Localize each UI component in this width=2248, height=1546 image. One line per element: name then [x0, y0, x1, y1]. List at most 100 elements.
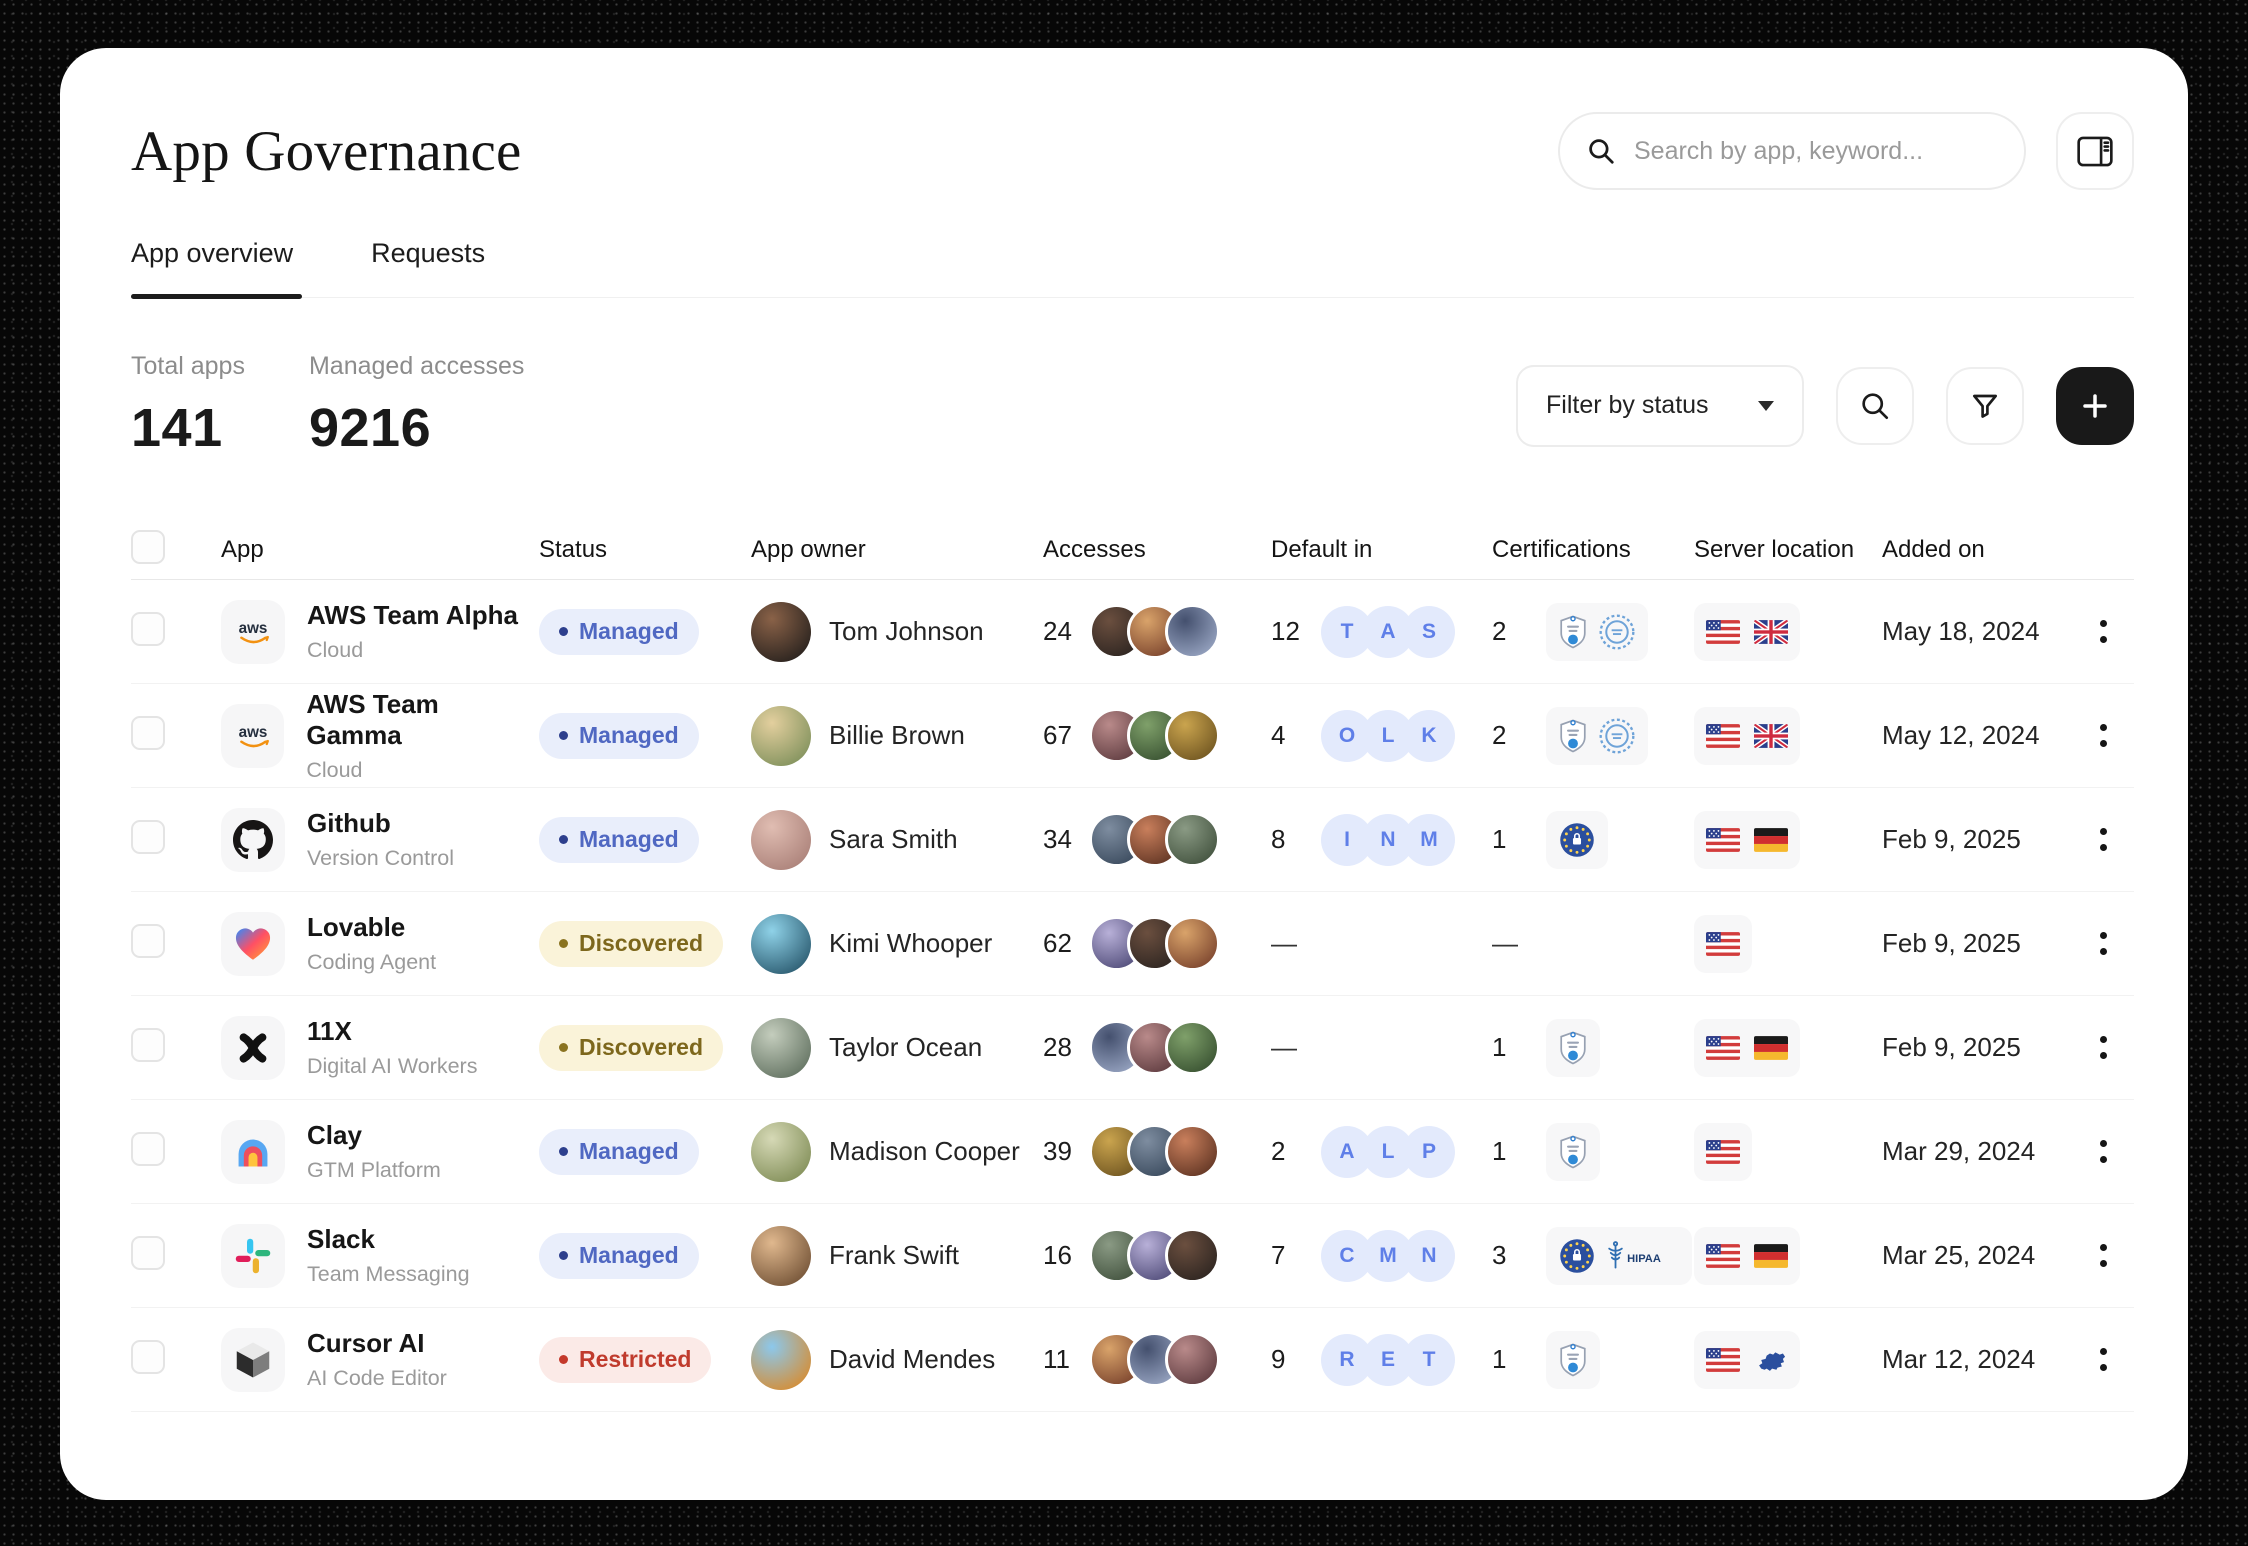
workspace-chip: K [1403, 710, 1455, 762]
certification-icons [1546, 1123, 1600, 1181]
default-in-count: 4 [1271, 720, 1305, 751]
flag-us-icon [1706, 620, 1740, 644]
app-logo-github-icon [221, 808, 285, 872]
stat-value: 9216 [309, 397, 524, 459]
filter-by-status-select[interactable]: Filter by status [1516, 365, 1804, 447]
app-category: AI Code Editor [307, 1366, 447, 1391]
owner-avatar [751, 1018, 811, 1078]
flag-uk-icon [1754, 724, 1788, 748]
accesses-count: 11 [1043, 1344, 1077, 1375]
app-logo-slack-icon [221, 1224, 285, 1288]
table-row: 11X Digital AI Workers Discovered Taylor… [131, 996, 2134, 1100]
owner-name: Sara Smith [829, 824, 958, 855]
row-checkbox[interactable] [131, 716, 165, 750]
certifications-cell: 1 [1492, 1123, 1694, 1181]
row-menu-button[interactable] [2094, 718, 2113, 753]
select-all-checkbox[interactable] [131, 530, 165, 564]
default-in-cell: — [1271, 928, 1492, 959]
default-in-cell: 12TAS [1271, 606, 1492, 658]
filter-button[interactable] [1946, 367, 2024, 445]
added-on-date: Feb 9, 2025 [1882, 928, 2021, 958]
workspace-chip: M [1403, 814, 1455, 866]
server-location-flags [1694, 603, 1800, 661]
owner-avatar [751, 810, 811, 870]
row-menu-button[interactable] [2094, 1134, 2113, 1169]
row-menu-button[interactable] [2094, 822, 2113, 857]
owner-cell: Tom Johnson [751, 602, 1043, 662]
certifications-count: 1 [1492, 1136, 1526, 1167]
cert-soc2-icon [1558, 717, 1588, 755]
row-checkbox-cell [131, 1132, 221, 1171]
accesses-count: 24 [1043, 616, 1077, 647]
accesses-avatar-stack [1089, 708, 1220, 763]
default-in-count: 8 [1271, 824, 1305, 855]
status-badge: Managed [539, 1233, 699, 1279]
flag-us-icon [1706, 1244, 1740, 1268]
certifications-cell: 1 [1492, 1019, 1694, 1077]
tab-requests[interactable]: Requests [371, 238, 487, 297]
added-on-cell: Mar 25, 2024 [1882, 1240, 2094, 1271]
status-dot-icon [559, 731, 568, 740]
status-dot-icon [559, 1355, 568, 1364]
accesses-count: 67 [1043, 720, 1077, 751]
owner-name: Tom Johnson [829, 616, 984, 647]
row-checkbox[interactable] [131, 612, 165, 646]
added-on-cell: Mar 29, 2024 [1882, 1136, 2094, 1167]
row-checkbox[interactable] [131, 1236, 165, 1270]
row-menu-button[interactable] [2094, 926, 2113, 961]
row-actions-cell [2094, 1238, 2134, 1273]
cert-soc2-icon [1558, 1029, 1588, 1067]
status-cell: Discovered [539, 921, 751, 967]
status-badge: Discovered [539, 1025, 723, 1071]
row-menu-button[interactable] [2094, 1030, 2113, 1065]
stat-label: Managed accesses [309, 352, 524, 381]
added-on-date: May 12, 2024 [1882, 720, 2040, 750]
app-category: Coding Agent [307, 950, 436, 975]
row-menu-button[interactable] [2094, 1238, 2113, 1273]
status-label: Managed [579, 1242, 679, 1269]
tab-app-overview[interactable]: App overview [131, 238, 295, 297]
accesses-avatar-stack [1089, 1332, 1220, 1387]
server-location-flags [1694, 811, 1800, 869]
add-app-button[interactable] [2056, 367, 2134, 445]
row-checkbox[interactable] [131, 924, 165, 958]
status-badge: Managed [539, 817, 699, 863]
default-in-cell: 4OLK [1271, 710, 1492, 762]
chevron-down-icon [1758, 401, 1774, 411]
status-cell: Managed [539, 817, 751, 863]
server-location-cell [1694, 707, 1882, 765]
access-avatar [1165, 812, 1220, 867]
flag-us-icon [1706, 1348, 1740, 1372]
certifications-count: 1 [1492, 1344, 1526, 1375]
tab-bar: App overview Requests [131, 238, 2134, 298]
row-checkbox[interactable] [131, 1132, 165, 1166]
cert-soc2-icon [1558, 1341, 1588, 1379]
status-label: Managed [579, 826, 679, 853]
panel-toggle-button[interactable] [2056, 112, 2134, 190]
flag-us-icon [1706, 1244, 1740, 1268]
search-input[interactable] [1632, 136, 1998, 167]
app-logo-clay-icon [221, 1120, 285, 1184]
app-category: Cloud [307, 638, 518, 663]
row-menu-button[interactable] [2094, 614, 2113, 649]
row-checkbox[interactable] [131, 1028, 165, 1062]
app-name: Cursor AI [307, 1328, 447, 1359]
status-label: Managed [579, 1138, 679, 1165]
search-box[interactable] [1558, 112, 2026, 190]
app-name: 11X [307, 1016, 477, 1047]
col-certifications: Certifications [1492, 536, 1694, 564]
row-menu-button[interactable] [2094, 1342, 2113, 1377]
owner-avatar [751, 602, 811, 662]
server-location-flags [1694, 1123, 1752, 1181]
flag-us-icon [1706, 1348, 1740, 1372]
accesses-cell: 39 [1043, 1124, 1271, 1179]
cert-soc2-icon [1558, 1029, 1588, 1067]
cert-iso-icon [1598, 717, 1636, 755]
row-checkbox[interactable] [131, 1340, 165, 1374]
added-on-date: Feb 9, 2025 [1882, 824, 2021, 854]
owner-name: Billie Brown [829, 720, 965, 751]
row-checkbox[interactable] [131, 820, 165, 854]
table-search-button[interactable] [1836, 367, 1914, 445]
certifications-count: — [1492, 928, 1518, 959]
added-on-cell: Mar 12, 2024 [1882, 1344, 2094, 1375]
